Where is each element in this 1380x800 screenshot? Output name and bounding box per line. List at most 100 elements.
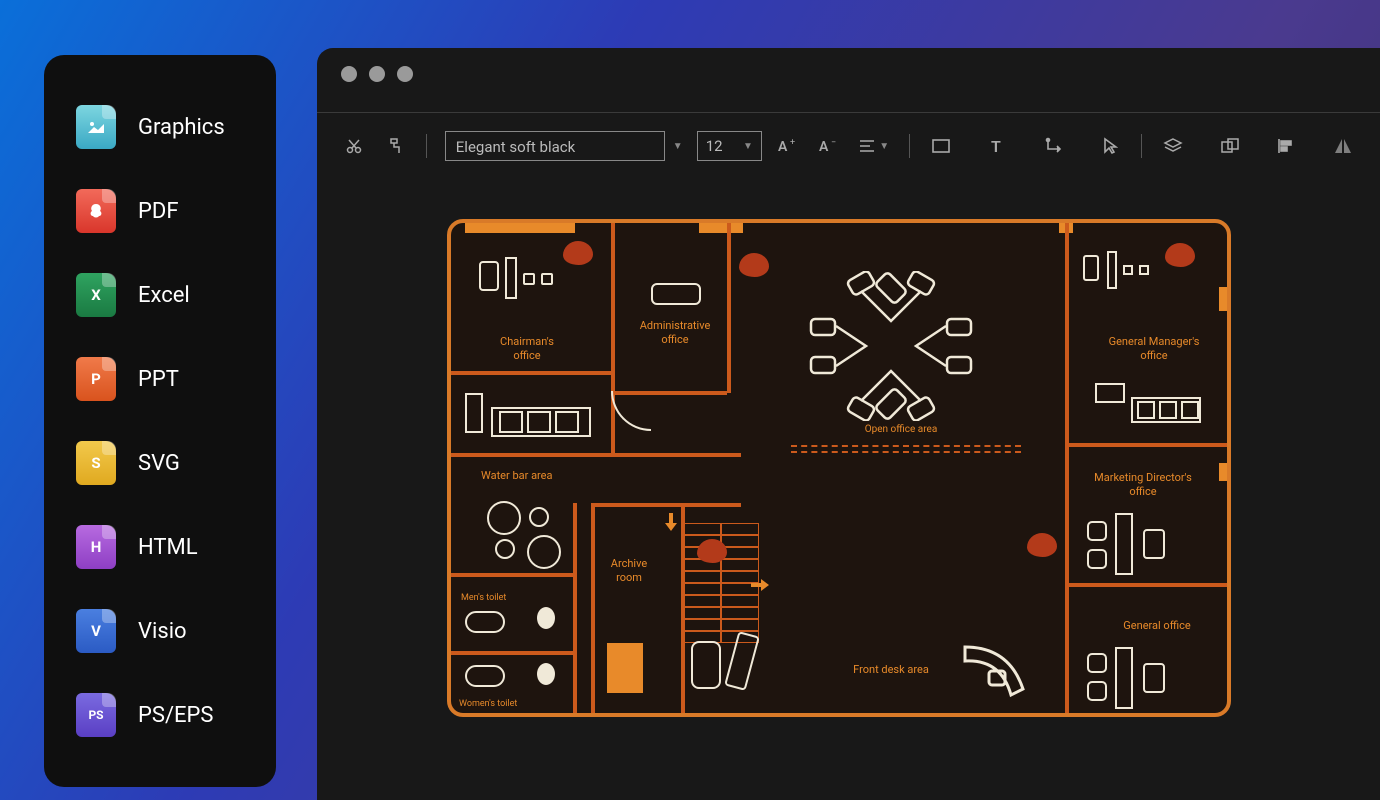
window-control-dot[interactable]	[341, 66, 357, 82]
export-sidebar: Graphics PDF X Excel P PPT S SVG H HTML	[44, 55, 276, 787]
wall	[591, 503, 595, 717]
furniture-table	[487, 501, 521, 535]
furniture-chair	[1083, 255, 1099, 281]
wall	[1065, 443, 1231, 447]
text-tool-button[interactable]: T	[984, 132, 1010, 160]
wall	[451, 573, 573, 577]
chevron-down-icon: ▼	[879, 141, 889, 152]
floorplan-diagram[interactable]: Chairman's office Administrative office	[447, 219, 1231, 717]
furniture-chair	[1139, 265, 1149, 275]
sidebar-item-visio[interactable]: V Visio	[68, 589, 252, 673]
separator	[909, 134, 910, 158]
svg-text:A: A	[778, 139, 788, 155]
wall-segment	[1219, 463, 1227, 481]
canvas[interactable]: Chairman's office Administrative office	[317, 179, 1380, 737]
sidebar-item-label: PPT	[138, 367, 179, 392]
graphics-icon	[76, 105, 116, 149]
wall	[1065, 223, 1069, 717]
furniture-desk	[1107, 251, 1117, 289]
furniture-chair	[1087, 681, 1107, 701]
plant-icon	[1027, 533, 1057, 557]
wall	[573, 503, 577, 717]
furniture-cushion	[1181, 401, 1199, 419]
furniture-chair	[1087, 521, 1107, 541]
plant-icon	[697, 539, 727, 563]
window-control-dot[interactable]	[397, 66, 413, 82]
pointer-tool-button[interactable]	[1097, 132, 1123, 160]
furniture-chair	[541, 273, 553, 285]
fixture-toilet	[537, 663, 555, 685]
wall	[611, 223, 615, 453]
furniture-table	[527, 535, 561, 569]
chevron-down-icon: ▼	[673, 141, 683, 152]
wall	[451, 453, 741, 457]
connector-tool-button[interactable]	[1040, 132, 1066, 160]
furniture-chair	[523, 273, 535, 285]
sidebar-item-label: PDF	[138, 199, 178, 224]
room-label: Front desk area	[831, 663, 951, 677]
furniture-desk	[1115, 513, 1133, 575]
plant-icon	[563, 241, 593, 265]
sidebar-item-pdf[interactable]: PDF	[68, 169, 252, 253]
room-label: General Manager's office	[1099, 335, 1209, 364]
fixture-bathtub	[465, 665, 505, 687]
titlebar	[317, 48, 1380, 100]
room-label: Open office area	[851, 423, 951, 436]
font-size-value: 12	[706, 137, 723, 155]
sidebar-item-ps[interactable]: PS PS/EPS	[68, 673, 252, 757]
html-icon: H	[76, 525, 116, 569]
furniture-cushion	[499, 411, 523, 433]
sidebar-item-ppt[interactable]: P PPT	[68, 337, 252, 421]
sidebar-item-excel[interactable]: X Excel	[68, 253, 252, 337]
flip-button[interactable]	[1330, 132, 1356, 160]
furniture-cabinet	[607, 643, 643, 693]
sidebar-item-graphics[interactable]: Graphics	[68, 85, 252, 169]
ppt-icon: P	[76, 357, 116, 401]
wall-segment	[699, 223, 743, 233]
furniture-chair	[465, 393, 483, 433]
font-increase-button[interactable]: A+	[776, 132, 802, 160]
chevron-down-icon: ▼	[743, 141, 753, 152]
room-label: Chairman's office	[487, 335, 567, 364]
furniture-chair	[1143, 529, 1165, 559]
room-label: Marketing Director's office	[1083, 471, 1203, 500]
wall	[591, 503, 741, 507]
group-button[interactable]	[1217, 132, 1243, 160]
sidebar-item-label: Graphics	[138, 115, 225, 140]
font-size-dropdown[interactable]: 12 ▼	[697, 131, 762, 161]
cut-button[interactable]	[341, 132, 367, 160]
sidebar-item-label: Visio	[138, 619, 187, 644]
furniture-desk	[651, 283, 701, 305]
svg-text:A: A	[819, 139, 829, 155]
rectangle-tool-button[interactable]	[928, 132, 954, 160]
svg-icon: S	[76, 441, 116, 485]
toolbar: Elegant soft black ▼ 12 ▼ A+ A− ▼ T	[317, 113, 1380, 179]
svg-text:T: T	[991, 138, 1001, 154]
furniture-cushion	[1137, 401, 1155, 419]
sidebar-item-html[interactable]: H HTML	[68, 505, 252, 589]
align-left-button[interactable]	[1273, 132, 1299, 160]
arrow-right-icon	[749, 575, 769, 595]
partition	[791, 445, 1021, 453]
separator	[426, 134, 427, 158]
room-label: Men's toilet	[461, 593, 531, 605]
window-control-dot[interactable]	[369, 66, 385, 82]
arrow-down-icon	[661, 511, 681, 531]
wall	[451, 371, 611, 375]
furniture-desk	[505, 257, 517, 299]
excel-icon: X	[76, 273, 116, 317]
theme-dropdown[interactable]: Elegant soft black ▼	[445, 131, 683, 161]
furniture-chair	[1087, 549, 1107, 569]
wall	[727, 223, 731, 393]
format-painter-button[interactable]	[381, 132, 407, 160]
ps-icon: PS	[76, 693, 116, 737]
layers-button[interactable]	[1160, 132, 1186, 160]
furniture-desk	[1115, 647, 1133, 709]
align-button[interactable]: ▼	[857, 132, 891, 160]
room-label: Archive room	[599, 557, 659, 586]
plant-icon	[1165, 243, 1195, 267]
font-decrease-button[interactable]: A−	[816, 132, 842, 160]
room-label: General office	[1107, 619, 1207, 633]
room-label: Administrative office	[631, 319, 719, 348]
sidebar-item-svg[interactable]: S SVG	[68, 421, 252, 505]
